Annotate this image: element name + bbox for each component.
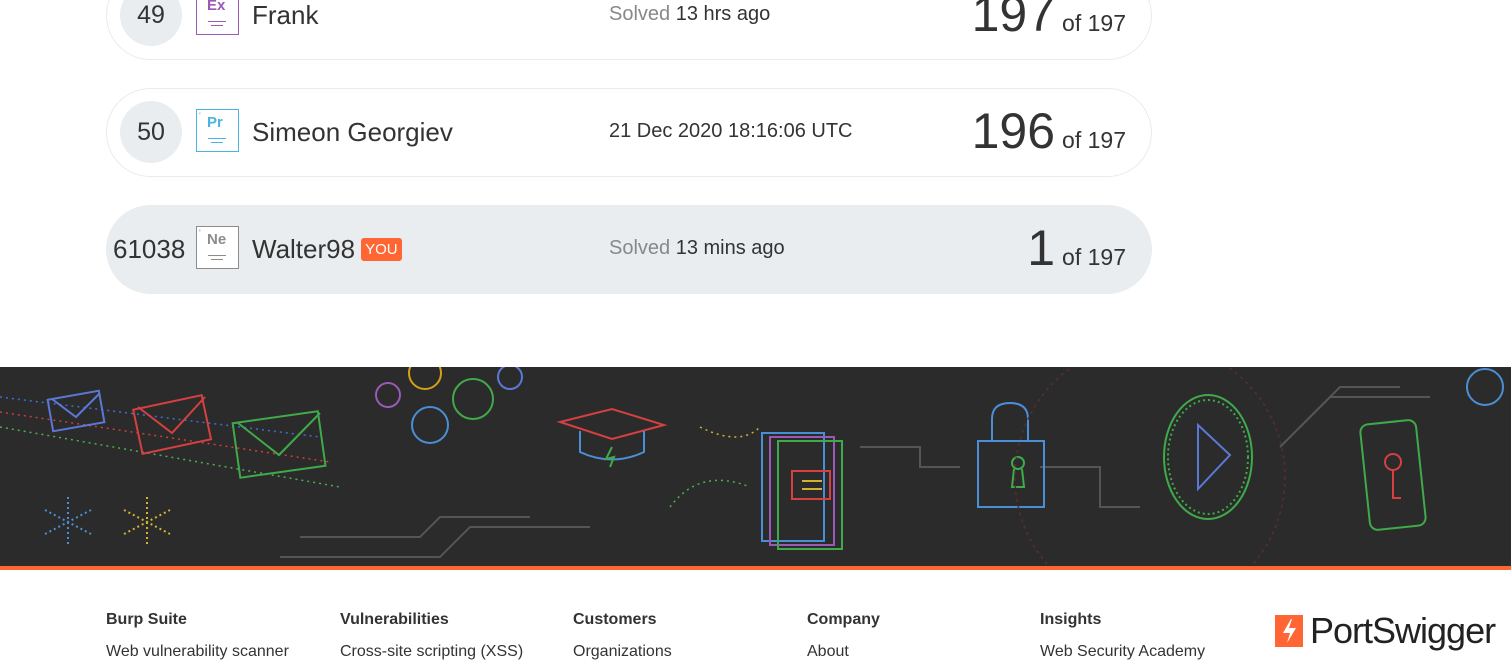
footer-heading: Vulnerabilities (340, 611, 449, 628)
element-badge-icon: ' Ex (196, 0, 239, 35)
you-badge: YOU (361, 238, 402, 261)
footer-link[interactable]: About (807, 643, 880, 660)
footer-link[interactable]: Web vulnerability scanner (106, 643, 289, 660)
score: 1 of 197 (1027, 220, 1126, 276)
footer-link[interactable]: Organizations (573, 643, 672, 660)
footer-link[interactable]: Cross-site scripting (XSS) (340, 643, 523, 660)
footer-column-burp-suite: Burp Suite Web vulnerability scanner (106, 611, 289, 660)
element-badge-icon: ' Ne (196, 226, 239, 269)
leaderboard-row: 49 ' Ex Frank Solved 13 hrs ago 197of 19… (106, 0, 1152, 60)
rank-number: 50 (120, 101, 182, 163)
footer-column-insights: Insights Web Security Academy (1040, 611, 1205, 660)
footer-heading: Insights (1040, 611, 1102, 628)
element-badge-icon: ' Pr (196, 109, 239, 152)
logo-text: PortSwigger (1310, 610, 1496, 651)
footer-heading: Burp Suite (106, 611, 187, 628)
rank-number: 49 (120, 0, 182, 46)
footer-heading: Customers (573, 611, 657, 628)
score: 196 of 197 (971, 103, 1126, 159)
portswigger-logo[interactable]: PortSwigger (1275, 610, 1496, 652)
leaderboard-row-current-user: 61038 ' Ne Walter98 YOU Solved 13 mins a… (106, 205, 1152, 294)
footer-link[interactable]: Web Security Academy (1040, 643, 1205, 660)
user-name[interactable]: Walter98 YOU (252, 234, 402, 265)
user-name[interactable]: Frank (252, 0, 318, 31)
portswigger-logo-icon (1275, 615, 1303, 647)
user-name[interactable]: Simeon Georgiev (252, 117, 453, 148)
footer-column-vulnerabilities: Vulnerabilities Cross-site scripting (XS… (340, 611, 523, 660)
footer-column-customers: Customers Organizations (573, 611, 672, 660)
footer-accent-line (0, 566, 1511, 570)
score: 197 of 197 (971, 0, 1126, 42)
solved-time: Solved 13 mins ago (609, 237, 785, 259)
solved-time: 21 Dec 2020 18:16:06 UTC (609, 120, 853, 142)
footer-illustration (0, 367, 1511, 566)
footer-heading: Company (807, 611, 880, 628)
rank-number: 61038 (113, 233, 186, 264)
footer-column-company: Company About (807, 611, 880, 660)
leaderboard-row: 50 ' Pr Simeon Georgiev 21 Dec 2020 18:1… (106, 88, 1152, 177)
solved-time: Solved 13 hrs ago (609, 3, 771, 25)
